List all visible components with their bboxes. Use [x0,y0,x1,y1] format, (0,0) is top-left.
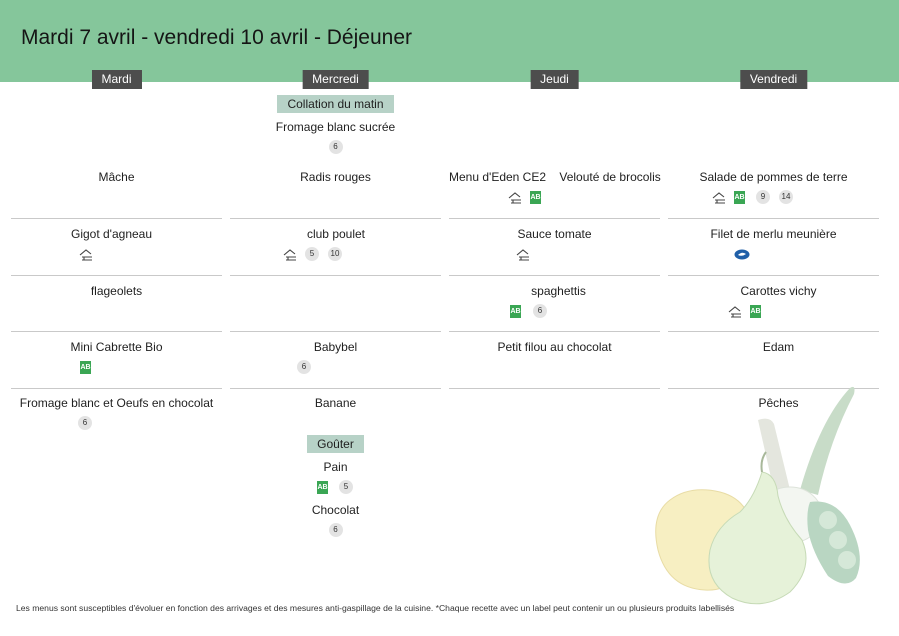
footer-note: Les menus sont susceptibles d'évoluer en… [16,603,735,613]
pear-stem [760,451,767,473]
row-divider [230,388,441,389]
dish-name: flageolets [90,284,143,298]
pea [819,511,837,529]
dish-name: Menu d'Eden CE2 Velouté de brocolis [449,170,661,184]
dish-name: spaghettis [531,284,586,298]
dish-name: Salade de pommes de terre [699,170,848,184]
allergen-badge: 6 [297,360,311,374]
menu-item: Chocolat 6 [230,503,441,537]
menu-item: flageolets [11,284,222,298]
vegetables-illustration [655,386,860,605]
menu-item: Edam [668,340,879,354]
day-label-mardi: Mardi [91,70,142,89]
row-divider [230,331,441,332]
dish-name: club poulet [306,227,366,241]
ab-organic-label-icon: AB [750,304,761,318]
dish-name: Banane [314,396,357,410]
dish-name: Edam [762,340,795,354]
dish-name: Radis rouges [300,170,371,184]
dish-name: Mini Cabrette Bio [70,340,163,354]
row-divider [230,275,441,276]
menu-item: Carottes vichy AB [668,284,879,318]
menu-item: Filet de merlu meunière [668,227,879,261]
chef-hat-icon [728,305,741,318]
menu-item: Gigot d'agneau [11,227,222,261]
msc-fish-label-icon [734,249,750,259]
allergen-badge: 6 [533,304,547,318]
ab-organic-label-icon: AB [80,360,91,374]
row-divider [230,218,441,219]
row-divider [11,388,222,389]
gouter-section: Goûter [230,435,441,453]
menu-item: club poulet 5 10 [230,227,441,261]
menu-item: Radis rouges [230,170,441,184]
chef-hat-icon [516,248,529,261]
allergen-badge: 5 [339,480,353,494]
allergen-badge: 10 [328,247,342,261]
chef-hat-icon [712,191,725,204]
menu-item: Fromage blanc sucrée 6 [230,120,441,154]
row-divider [668,218,879,219]
menu-item: Banane [230,396,441,410]
menu-item: Sauce tomate [449,227,660,261]
chef-hat-icon [283,248,296,261]
gouter-label: Goûter [307,435,364,453]
dish-name: Petit filou au chocolat [497,340,612,354]
day-label-mercredi: Mercredi [302,70,369,89]
menu-item: Fromage blanc et Oeufs en chocolat 6 [11,396,222,430]
menu-item: Babybel 6 [230,340,441,374]
dish-name: Carottes vichy [740,284,817,298]
collation-section: Collation du matin [230,95,441,113]
row-divider [668,331,879,332]
menu-item: Pain AB 5 [230,460,441,494]
row-divider [449,275,660,276]
menu-item: Menu d'Eden CE2 Velouté de brocolis AB [449,170,661,204]
dish-name: Babybel [313,340,358,354]
allergen-badge: 6 [328,140,343,154]
dish-name: Fromage blanc sucrée [275,120,396,134]
allergen-badge: 14 [779,190,793,204]
day-label-vendredi: Vendredi [739,70,808,89]
row-divider [668,275,879,276]
chef-hat-icon [79,248,92,261]
page-title: Mardi 7 avril - vendredi 10 avril - Déje… [21,26,412,49]
day-label-jeudi: Jeudi [530,70,579,89]
ab-organic-label-icon: AB [510,304,521,318]
leek-leaf [800,386,855,495]
ab-organic-label-icon: AB [734,190,745,204]
dish-name: Gigot d'agneau [70,227,153,241]
pea [829,531,847,549]
row-divider [449,218,660,219]
menu-item: Mâche [11,170,222,184]
allergen-badge: 6 [78,416,92,430]
pea [838,551,856,569]
dish-name: Filet de merlu meunière [710,227,837,241]
allergen-badge: 6 [328,523,343,537]
dish-name: Fromage blanc et Oeufs en chocolat [19,396,214,410]
menu-item: Salade de pommes de terre AB 9 14 [668,170,879,204]
ab-organic-label-icon: AB [317,480,328,494]
menu-item: spaghettis AB 6 [449,284,660,318]
dish-name: Sauce tomate [517,227,592,241]
allergen-badge: 9 [756,190,770,204]
menu-item: Petit filou au chocolat [449,340,660,354]
chef-hat-icon [508,191,521,204]
row-divider [11,275,222,276]
dish-name: Chocolat [311,503,360,517]
dish-name: Pain [323,460,348,474]
row-divider [449,388,660,389]
row-divider [11,331,222,332]
dish-name: Mâche [98,170,135,184]
allergen-badge: 5 [305,247,319,261]
menu-item: Mini Cabrette Bio AB [11,340,222,374]
row-divider [11,218,222,219]
collation-label: Collation du matin [277,95,394,113]
ab-organic-label-icon: AB [530,190,541,204]
row-divider [449,331,660,332]
